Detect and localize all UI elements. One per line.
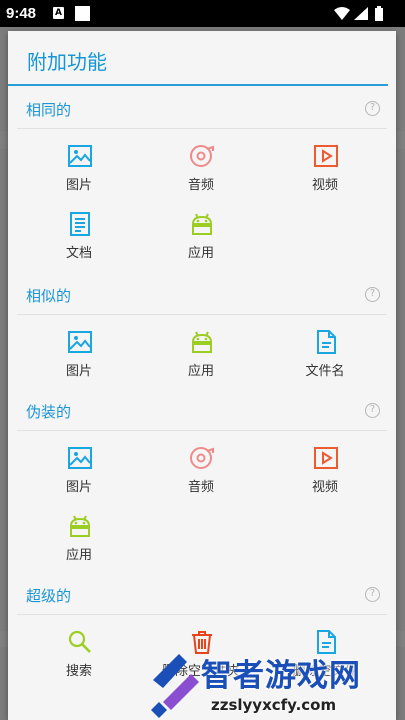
help-icon[interactable]: ?	[365, 287, 380, 302]
search-icon	[67, 629, 93, 655]
feature-label: 文档	[65, 246, 92, 261]
document-icon	[67, 211, 93, 237]
section-divider	[17, 128, 387, 129]
feature-label: 搜索	[65, 664, 92, 679]
status-icons	[333, 5, 395, 26]
feature-button[interactable]: 音频	[156, 445, 246, 505]
feature-label: 图片	[65, 480, 92, 495]
video-icon	[313, 143, 339, 169]
feature-label: 音频	[187, 178, 214, 193]
notification-square-icon	[75, 6, 90, 21]
section: 伪装的? 图片 音频 视频应用	[8, 391, 396, 563]
section-title: 相同的	[26, 101, 72, 119]
feature-button[interactable]: 图片	[34, 445, 124, 505]
image-icon	[67, 329, 93, 355]
feature-label: 应用	[65, 548, 92, 563]
status-bar: 9:48 A	[0, 0, 405, 27]
feature-button[interactable]: 应用	[34, 513, 124, 573]
signal-icon	[354, 7, 368, 20]
section-title: 超级的	[26, 587, 72, 605]
music-disc-icon	[189, 445, 215, 471]
watermark-text: 智者游戏网	[201, 658, 361, 694]
watermark: 智者游戏网 zzslyyxcfy.com	[145, 646, 405, 720]
feature-label: 图片	[65, 364, 92, 379]
help-icon[interactable]: ?	[365, 587, 380, 602]
watermark-logo-icon	[151, 654, 199, 718]
battery-icon	[375, 6, 383, 21]
music-disc-icon	[189, 143, 215, 169]
feature-button[interactable]: 图片	[34, 329, 124, 389]
section-title: 伪装的	[26, 403, 72, 421]
help-icon[interactable]: ?	[365, 403, 380, 418]
extra-functions-dialog: 附加功能 相同的? 图片 音频 视频 文档 应用 相似的? 图片 应用 文件名 伪装的? 图片 音频 视频…	[8, 31, 396, 720]
feature-button[interactable]: 文档	[34, 211, 124, 271]
feature-label: 应用	[187, 364, 214, 379]
image-icon	[67, 445, 93, 471]
feature-button[interactable]: 音频	[156, 143, 246, 203]
feature-button[interactable]: 视频	[280, 445, 370, 505]
android-icon	[67, 513, 93, 539]
android-icon	[189, 211, 215, 237]
android-icon	[189, 329, 215, 355]
feature-label: 文件名	[305, 364, 345, 379]
file-icon	[313, 329, 339, 355]
section-header: 相同的?	[8, 89, 396, 129]
section-header: 伪装的?	[8, 391, 396, 431]
feature-button[interactable]: 应用	[156, 211, 246, 271]
help-icon[interactable]: ?	[365, 101, 380, 116]
wifi-icon	[334, 7, 350, 20]
dialog-title: 附加功能	[27, 50, 107, 74]
feature-label: 音频	[187, 480, 214, 495]
feature-label: 图片	[65, 178, 92, 193]
section-title: 相似的	[26, 287, 72, 305]
feature-label: 应用	[187, 246, 214, 261]
feature-button[interactable]: 图片	[34, 143, 124, 203]
feature-label: 视频	[311, 480, 338, 495]
section-divider	[17, 614, 387, 615]
feature-button[interactable]: 视频	[280, 143, 370, 203]
notification-icon: A	[53, 7, 64, 19]
section: 相同的? 图片 音频 视频文档 应用	[8, 89, 396, 261]
feature-button[interactable]: 文件名	[280, 329, 370, 389]
section-header: 相似的?	[8, 275, 396, 315]
feature-button[interactable]: 搜索	[34, 629, 124, 689]
feature-label: 视频	[311, 178, 338, 193]
section-divider	[17, 314, 387, 315]
section-header: 超级的?	[8, 575, 396, 615]
section-divider	[17, 430, 387, 431]
title-divider	[8, 84, 388, 86]
feature-button[interactable]: 应用	[156, 329, 246, 389]
section: 超级的? 搜索 删除空文件夹 删除空文件	[8, 575, 396, 679]
status-time: 9:48	[6, 5, 37, 22]
video-icon	[313, 445, 339, 471]
image-icon	[67, 143, 93, 169]
watermark-url: zzslyyxcfy.com	[211, 696, 337, 714]
section: 相似的? 图片 应用 文件名	[8, 275, 396, 379]
